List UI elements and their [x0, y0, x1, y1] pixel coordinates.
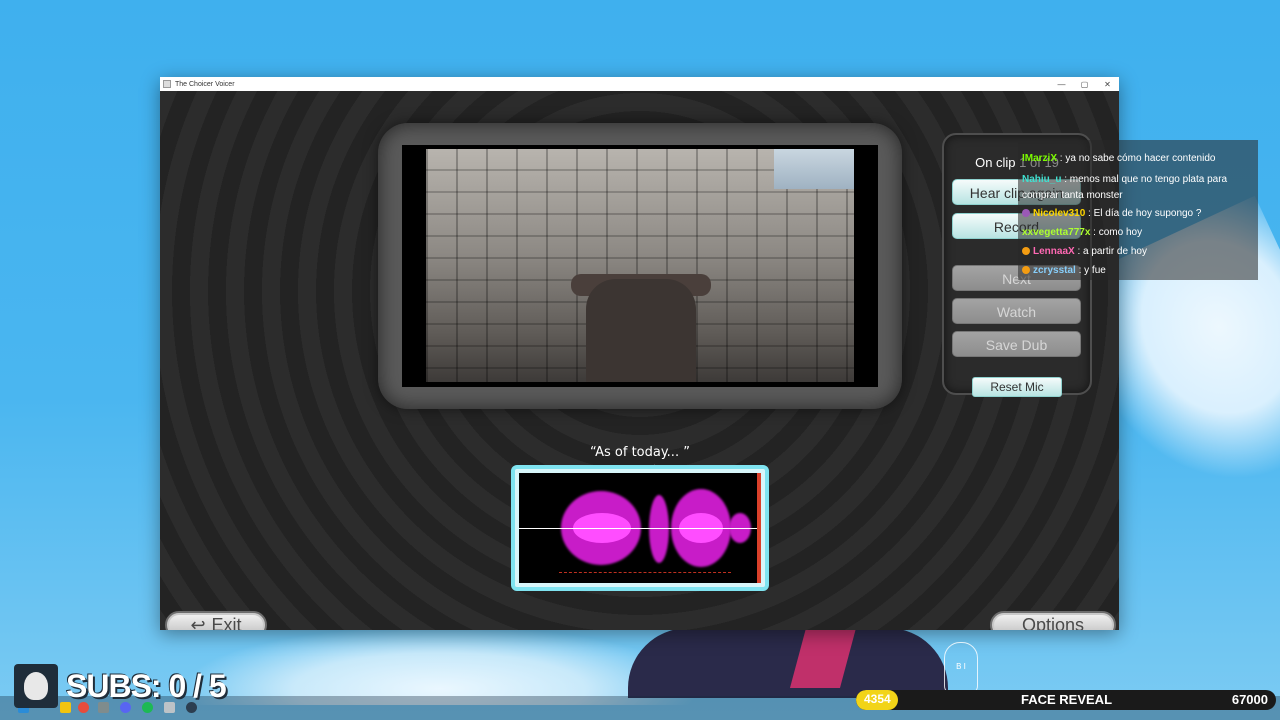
- waveform-mic-input-line: [559, 572, 731, 577]
- chat-text: : ya no sabe cómo hacer contenido: [1057, 153, 1216, 164]
- waveform-display: [511, 465, 769, 591]
- title-bar: The Choicer Voicer — ▢ ✕: [160, 77, 1119, 91]
- reset-mic-button[interactable]: Reset Mic: [972, 377, 1062, 397]
- window-title: The Choicer Voicer: [175, 80, 235, 88]
- waveform-segment: [649, 495, 669, 563]
- streamer-avatar: [14, 664, 58, 708]
- window-controls: — ▢ ✕: [1050, 80, 1119, 89]
- chat-username: zcrysstal: [1033, 265, 1076, 276]
- bits-badge-icon: [1022, 247, 1030, 255]
- waveform-playhead: [757, 473, 761, 583]
- goal-progress-bar: 4354 FACE REVEAL 67000: [856, 690, 1276, 710]
- video-sky: [774, 149, 854, 189]
- watch-button[interactable]: Watch: [952, 298, 1081, 324]
- chat-message: zcrysstal : y fue: [1022, 265, 1106, 276]
- options-button[interactable]: Options: [990, 611, 1116, 630]
- exit-button[interactable]: ↩ Exit: [165, 611, 267, 630]
- game-stage: On clip 1 of 19 Hear clip again Record N…: [160, 91, 1119, 630]
- app-icon: [163, 80, 171, 88]
- chat-username: xxvegetta777x: [1022, 227, 1091, 238]
- chat-message: IMarziX : ya no sabe cómo hacer contenid…: [1022, 153, 1215, 164]
- video-screen: [402, 145, 878, 387]
- video-clip-image: [426, 149, 854, 382]
- chat-username: Nahiu_u: [1022, 174, 1062, 185]
- chat-text: : a partir de hoy: [1074, 246, 1147, 257]
- chat-text: : como hoy: [1090, 227, 1143, 238]
- vtuber-avatar-figure: [628, 628, 948, 698]
- stream-chat-overlay: IMarziX : ya no sabe cómo hacer contenid…: [1018, 140, 1258, 280]
- chat-message: xxvegetta777x : como hoy: [1022, 227, 1142, 238]
- maximize-button[interactable]: ▢: [1073, 80, 1096, 89]
- wallpaper-cloud: [180, 625, 700, 705]
- minimize-button[interactable]: —: [1050, 80, 1073, 89]
- chat-text: : El día de hoy supongo ?: [1085, 208, 1202, 219]
- waveform-baseline: [519, 528, 761, 529]
- exit-label: Exit: [211, 614, 242, 631]
- waveform-canvas: [519, 473, 761, 583]
- bits-badge-icon: [1022, 266, 1030, 274]
- app-window: The Choicer Voicer — ▢ ✕ On clip 1 of 19…: [160, 77, 1119, 630]
- goal-title: FACE REVEAL: [1021, 692, 1113, 707]
- back-arrow-icon: ↩: [190, 614, 206, 631]
- subs-counter: SUBS: 0 / 5: [66, 668, 227, 704]
- close-button[interactable]: ✕: [1096, 80, 1119, 89]
- sub-badge-icon: [1022, 209, 1030, 217]
- chat-message: Nahiu_u : menos mal que no tengo plata p…: [1022, 172, 1252, 204]
- save-dub-button[interactable]: Save Dub: [952, 331, 1081, 357]
- goal-target-value: 67000: [1231, 692, 1268, 707]
- bunny-logo: B I: [944, 642, 978, 694]
- chat-username: Nicolev310: [1033, 208, 1086, 219]
- chat-text: : y fue: [1075, 265, 1106, 276]
- chat-message: LennaaX : a partir de hoy: [1022, 246, 1147, 257]
- chat-username: LennaaX: [1033, 246, 1075, 257]
- chat-message: Nicolev310 : El día de hoy supongo ?: [1022, 208, 1201, 219]
- chat-username: IMarziX: [1022, 153, 1058, 164]
- video-frame: [378, 123, 902, 409]
- goal-current-value: 4354: [864, 692, 891, 706]
- subtitle-line: “As of today... ”: [590, 445, 690, 460]
- video-building-entrance: [586, 279, 696, 382]
